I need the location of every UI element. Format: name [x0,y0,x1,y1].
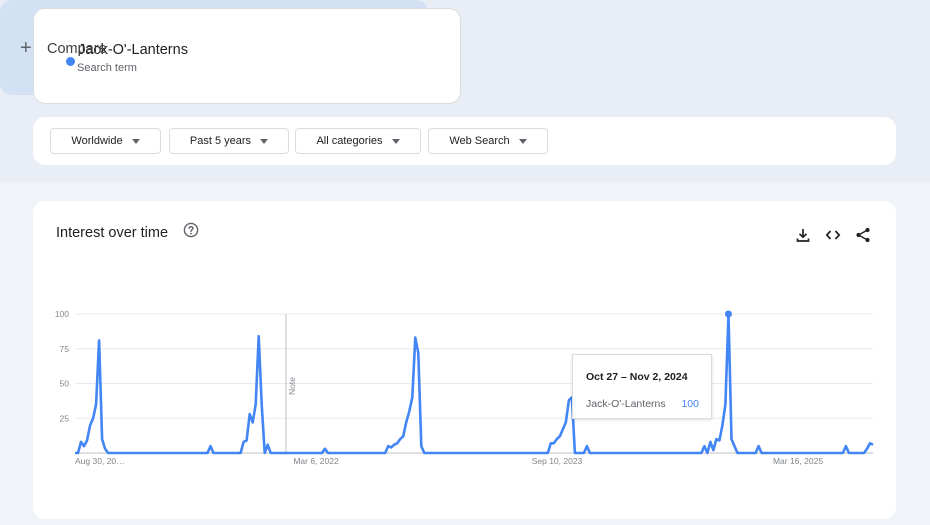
filter-time-label: Past 5 years [189,135,252,147]
y-axis-labels: 100 75 50 25 [55,309,69,423]
filter-bar: Worldwide Past 5 years All categories We… [33,117,896,165]
x-tick-label: Mar 6, 2022 [293,456,339,466]
x-tick-label: Aug 30, 20… [75,456,125,466]
search-term-subtitle: Search term [77,62,137,74]
highlight-point [724,310,732,318]
y-tick-label: 25 [60,413,70,423]
tooltip-value: 100 [681,398,699,410]
x-tick-label: Sep 10, 2023 [532,456,583,466]
tooltip-date: Oct 27 – Nov 2, 2024 [586,371,688,383]
interest-over-time-card: Interest over time Note 100 75 50 25 Aug 30… [33,201,896,519]
gridlines [75,313,873,454]
caret-down-icon [260,138,269,144]
y-tick-label: 50 [60,379,70,389]
caret-down-icon [391,138,400,144]
filter-search-type-label: Web Search [449,135,510,147]
series-color-dot [66,57,75,66]
x-tick-label: Mar 16, 2025 [773,456,823,466]
caret-down-icon [518,138,527,144]
filter-region-label: Worldwide [71,135,123,147]
compare-label: Compare [47,41,107,57]
interest-chart: Note 100 75 50 25 Aug 30, 20… Mar 6, 2022 Sep… [55,309,874,466]
filter-time[interactable]: Past 5 years [169,128,289,154]
y-tick-label: 75 [60,344,70,354]
filter-region[interactable]: Worldwide [50,128,161,154]
filter-search-type[interactable]: Web Search [428,128,548,154]
tooltip-series-name: Jack-O'-Lanterns [586,398,666,410]
y-tick-label: 100 [55,309,69,319]
filter-category[interactable]: All categories [295,128,421,154]
plus-icon: + [20,37,32,59]
caret-down-icon [131,138,140,144]
chart-tooltip: Oct 27 – Nov 2, 2024 Jack-O'-Lanterns 10… [572,354,712,419]
filter-category-label: All categories [316,135,383,147]
x-axis-labels: Aug 30, 20… Mar 6, 2022 Sep 10, 2023 Mar 16… [75,456,823,466]
note-label[interactable]: Note [287,377,297,395]
